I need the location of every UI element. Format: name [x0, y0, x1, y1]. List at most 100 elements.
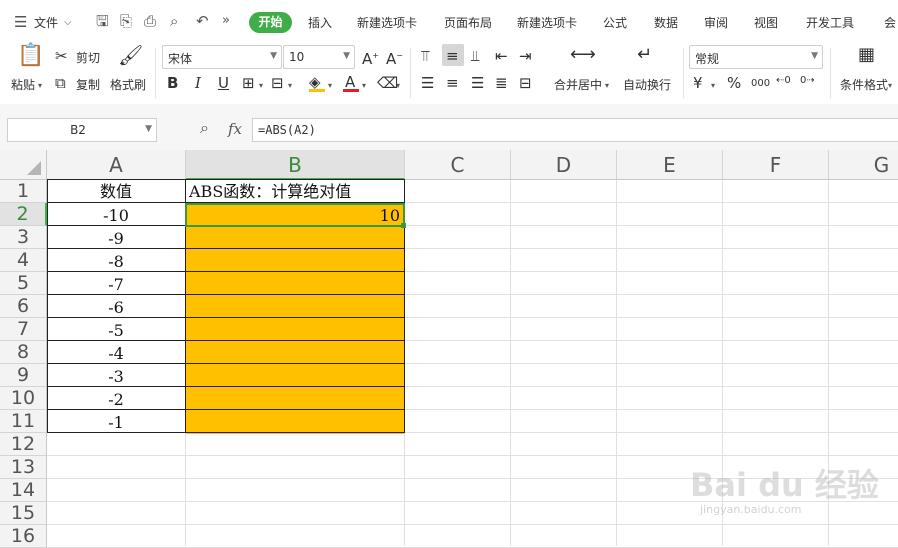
- cell-a10[interactable]: -2: [47, 388, 185, 410]
- row-header-15[interactable]: 15: [0, 502, 47, 525]
- tab-home[interactable]: 开始: [249, 12, 292, 33]
- tab-new-2[interactable]: 新建选项卡: [517, 14, 577, 31]
- cell-a6[interactable]: -6: [47, 296, 185, 318]
- row-header-13[interactable]: 13: [0, 456, 47, 479]
- scissors-icon[interactable]: ✂: [55, 47, 68, 65]
- row-header-14[interactable]: 14: [0, 479, 47, 502]
- chevron-down-icon[interactable]: ⌵: [64, 15, 72, 31]
- distributed-icon[interactable]: ⊟: [519, 74, 532, 92]
- row-header-11[interactable]: 11: [0, 410, 47, 433]
- more-icon[interactable]: »: [222, 13, 230, 29]
- cut-button[interactable]: 剪切: [76, 49, 100, 66]
- fx-button[interactable]: fx: [228, 120, 242, 138]
- bold-button[interactable]: B: [167, 74, 178, 92]
- conditional-format-icon[interactable]: ▦: [858, 46, 875, 64]
- indent-decrease-icon[interactable]: ⇤: [495, 47, 508, 65]
- row-header-9[interactable]: 9: [0, 364, 47, 387]
- merge-icon[interactable]: ⟷: [570, 46, 596, 64]
- border-icon[interactable]: ⊞: [242, 74, 255, 92]
- row-header-10[interactable]: 10: [0, 387, 47, 410]
- copy-icon[interactable]: ⧉: [55, 74, 66, 92]
- cell-a3[interactable]: -9: [47, 227, 185, 249]
- chevron-down-icon[interactable]: ▾: [888, 78, 892, 94]
- currency-button[interactable]: ¥: [693, 74, 703, 92]
- row-header-12[interactable]: 12: [0, 433, 47, 456]
- paste-icon[interactable]: 📋: [17, 45, 44, 67]
- file-menu[interactable]: 文件: [34, 14, 58, 31]
- column-header-c[interactable]: C: [405, 150, 511, 180]
- tab-data[interactable]: 数据: [654, 14, 678, 31]
- tab-developer[interactable]: 开发工具: [806, 14, 854, 31]
- chevron-down-icon[interactable]: ▾: [711, 78, 715, 94]
- tab-view[interactable]: 视图: [754, 14, 778, 31]
- chevron-down-icon[interactable]: ▾: [605, 78, 609, 94]
- formula-input[interactable]: =ABS(A2): [252, 118, 898, 142]
- format-painter-icon[interactable]: 🖌: [118, 45, 143, 65]
- cell-a2[interactable]: -10: [47, 204, 185, 226]
- tab-review[interactable]: 审阅: [704, 14, 728, 31]
- number-format-select[interactable]: 常规 ▼: [689, 45, 823, 69]
- paste-dropdown-icon[interactable]: ▾: [38, 78, 42, 94]
- cell-b1[interactable]: ABS函数：计算绝对值: [186, 180, 404, 203]
- increase-font-icon[interactable]: A+: [362, 47, 379, 68]
- decrease-font-icon[interactable]: A−: [386, 47, 403, 68]
- column-header-f[interactable]: F: [723, 150, 829, 180]
- justify-icon[interactable]: ≣: [495, 74, 508, 92]
- print-icon[interactable]: ⎙: [144, 13, 156, 29]
- tab-new-1[interactable]: 新建选项卡: [357, 14, 417, 31]
- align-center-icon[interactable]: ≡: [446, 74, 459, 92]
- copy-button[interactable]: 复制: [76, 76, 100, 93]
- font-size-select[interactable]: 10 ▼: [283, 45, 355, 69]
- fill-handle[interactable]: [401, 223, 406, 228]
- cell-a8[interactable]: -4: [47, 342, 185, 364]
- wrap-text-button[interactable]: 自动换行: [623, 76, 671, 93]
- chevron-down-icon[interactable]: ▾: [259, 78, 263, 94]
- hamburger-icon[interactable]: ☰: [14, 14, 27, 30]
- chevron-down-icon[interactable]: ▾: [328, 78, 332, 94]
- paste-button[interactable]: 粘贴: [11, 76, 35, 93]
- align-bottom-icon[interactable]: ⫫: [471, 47, 479, 65]
- row-header-4[interactable]: 4: [0, 249, 47, 272]
- wrap-text-icon[interactable]: ↵: [637, 46, 652, 64]
- row-header-1[interactable]: 1: [0, 180, 47, 203]
- cell-a4[interactable]: -8: [47, 250, 185, 272]
- decrease-decimal-icon[interactable]: 0⇢: [800, 72, 815, 90]
- tab-member[interactable]: 会: [884, 14, 896, 31]
- chevron-down-icon[interactable]: ▾: [362, 78, 366, 94]
- align-right-icon[interactable]: ☰: [471, 74, 484, 92]
- indent-increase-icon[interactable]: ⇥: [519, 47, 532, 65]
- column-header-b[interactable]: B: [186, 150, 405, 180]
- tab-page-layout[interactable]: 页面布局: [444, 14, 492, 31]
- tab-formulas[interactable]: 公式: [603, 14, 627, 31]
- chevron-down-icon[interactable]: ▾: [396, 78, 400, 94]
- print-preview-icon[interactable]: ⌕: [170, 13, 178, 29]
- cell-style-icon[interactable]: ⊟: [271, 74, 284, 92]
- merge-center-button[interactable]: 合并居中: [554, 76, 602, 93]
- select-all-corner[interactable]: [0, 150, 47, 180]
- percent-button[interactable]: %: [727, 74, 741, 92]
- undo-icon[interactable]: ↶: [196, 13, 209, 29]
- column-header-g[interactable]: G: [829, 150, 898, 180]
- font-name-select[interactable]: 宋体 ▼: [162, 45, 282, 69]
- increase-decimal-icon[interactable]: ⇠0: [776, 72, 791, 90]
- tab-insert[interactable]: 插入: [308, 14, 332, 31]
- cell-a7[interactable]: -5: [47, 319, 185, 341]
- format-painter-button[interactable]: 格式刷: [110, 76, 146, 93]
- name-box[interactable]: B2 ▼: [7, 118, 157, 142]
- column-header-d[interactable]: D: [511, 150, 617, 180]
- zoom-icon[interactable]: ⌕: [200, 120, 209, 136]
- export-icon[interactable]: ⎘: [120, 13, 132, 29]
- underline-button[interactable]: U: [218, 74, 229, 92]
- column-header-a[interactable]: A: [47, 150, 186, 180]
- row-header-7[interactable]: 7: [0, 318, 47, 341]
- row-header-3[interactable]: 3: [0, 226, 47, 249]
- align-left-icon[interactable]: ☰: [421, 74, 434, 92]
- cell-a5[interactable]: -7: [47, 273, 185, 295]
- italic-button[interactable]: I: [195, 74, 201, 92]
- align-top-icon[interactable]: ⫪: [421, 47, 429, 65]
- row-header-16[interactable]: 16: [0, 525, 47, 548]
- thousands-button[interactable]: 000: [751, 75, 770, 93]
- row-header-8[interactable]: 8: [0, 341, 47, 364]
- row-header-6[interactable]: 6: [0, 295, 47, 318]
- cell-a1[interactable]: 数值: [47, 180, 185, 203]
